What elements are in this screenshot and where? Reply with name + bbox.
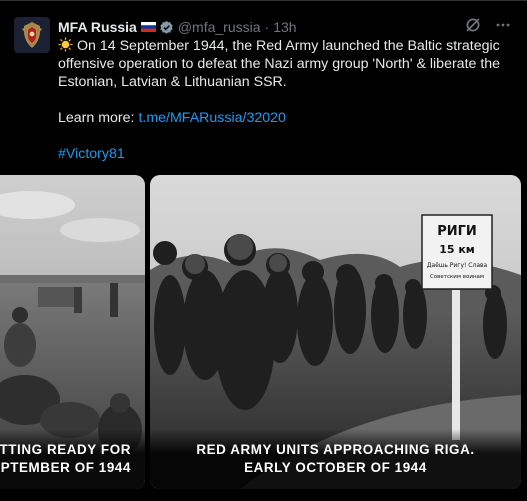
- sign-text-line3: Даёшь Ригу! Слава: [427, 262, 488, 269]
- header-actions: [465, 17, 511, 33]
- media-image-left[interactable]: TTING READY FOR PTEMBER OF 1944: [0, 175, 145, 489]
- author-name[interactable]: MFA Russia: [58, 19, 137, 35]
- sign-text-line4: Советским воинам: [430, 274, 484, 280]
- learn-more-link[interactable]: t.me/MFARussia/32020: [138, 110, 285, 126]
- caption-right-line1: RED ARMY UNITS APPROACHING RIGA.: [196, 442, 475, 457]
- avatar[interactable]: [14, 17, 50, 53]
- caption-left-line1: TTING READY FOR: [0, 442, 131, 457]
- caption-right-line2: EARLY OCTOBER OF 1944: [244, 460, 427, 475]
- media-image-right[interactable]: РИГИ 15 км Даёшь Ригу! Слава Советским в…: [150, 175, 521, 489]
- author-handle[interactable]: @mfa_russia: [178, 19, 261, 35]
- verified-badge-icon: [160, 20, 173, 34]
- separator: ·: [264, 19, 270, 35]
- media-caption-right: RED ARMY UNITS APPROACHING RIGA. EARLY O…: [150, 429, 521, 489]
- russia-flag-icon: [140, 22, 156, 32]
- sign-text-line1: РИГИ: [437, 224, 477, 239]
- coat-of-arms-icon: [22, 22, 42, 48]
- tweet-paragraph: On 14 September 1944, the Red Army launc…: [58, 37, 508, 91]
- sun-emoji-icon: [58, 37, 73, 52]
- tweet-header: MFA Russia @mfa_russia · 13h: [58, 17, 515, 37]
- timestamp[interactable]: 13h: [273, 19, 296, 35]
- tweet[interactable]: MFA Russia @mfa_russia · 13h On 14 Septe…: [0, 0, 527, 501]
- media-caption-left: TTING READY FOR PTEMBER OF 1944: [0, 429, 145, 489]
- learn-more-line: Learn more: t.me/MFARussia/32020: [58, 109, 508, 127]
- tweet-main-text: On 14 September 1944, the Red Army launc…: [58, 38, 501, 90]
- more-icon[interactable]: [495, 17, 511, 33]
- caption-left-line2: PTEMBER OF 1944: [0, 460, 131, 475]
- hashtag-link[interactable]: #Victory81: [58, 146, 125, 162]
- grok-icon[interactable]: [465, 17, 481, 33]
- tweet-text: On 14 September 1944, the Red Army launc…: [58, 37, 508, 163]
- sign-text-line2: 15 км: [439, 243, 475, 256]
- learn-more-label: Learn more:: [58, 110, 135, 126]
